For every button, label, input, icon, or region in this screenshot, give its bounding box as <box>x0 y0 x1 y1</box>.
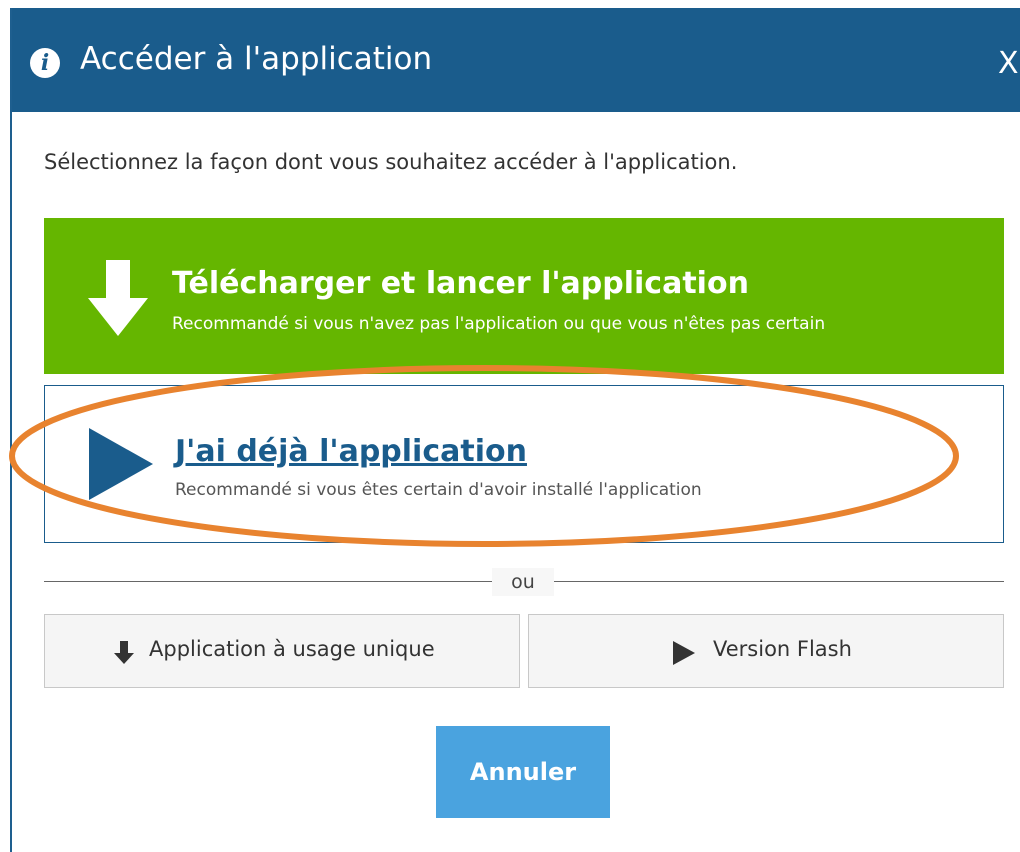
dialog-title: Accéder à l'application <box>80 41 433 77</box>
instruction-text: Sélectionnez la façon dont vous souhaite… <box>44 150 738 174</box>
single-use-app-label: Application à usage unique <box>149 637 435 661</box>
already-installed-subtitle: Recommandé si vous êtes certain d'avoir … <box>175 480 702 500</box>
already-installed-option[interactable]: J'ai déjà l'application Recommandé si vo… <box>44 385 1004 543</box>
single-use-app-button[interactable]: Application à usage unique <box>44 614 520 688</box>
flash-version-button[interactable]: Version Flash <box>528 614 1004 688</box>
or-divider: ou <box>44 568 1004 596</box>
download-option-title: Télécharger et lancer l'application <box>172 266 749 301</box>
access-application-dialog: i Accéder à l'application X Sélectionnez… <box>9 8 1020 852</box>
close-button[interactable]: X <box>998 46 1019 81</box>
play-icon <box>673 641 695 665</box>
or-label: ou <box>492 568 554 596</box>
info-icon: i <box>30 48 60 78</box>
download-option-subtitle: Recommandé si vous n'avez pas l'applicat… <box>172 314 826 334</box>
flash-version-label: Version Flash <box>713 637 852 661</box>
cancel-button[interactable]: Annuler <box>436 726 610 818</box>
play-icon <box>89 428 153 500</box>
dialog-titlebar: i Accéder à l'application X <box>12 8 1020 112</box>
download-arrow-icon <box>88 260 148 336</box>
download-arrow-icon <box>114 641 134 664</box>
divider-line-right <box>554 581 1004 582</box>
already-installed-title[interactable]: J'ai déjà l'application <box>175 434 527 469</box>
divider-line-left <box>44 581 492 582</box>
download-launch-option[interactable]: Télécharger et lancer l'application Reco… <box>44 218 1004 374</box>
